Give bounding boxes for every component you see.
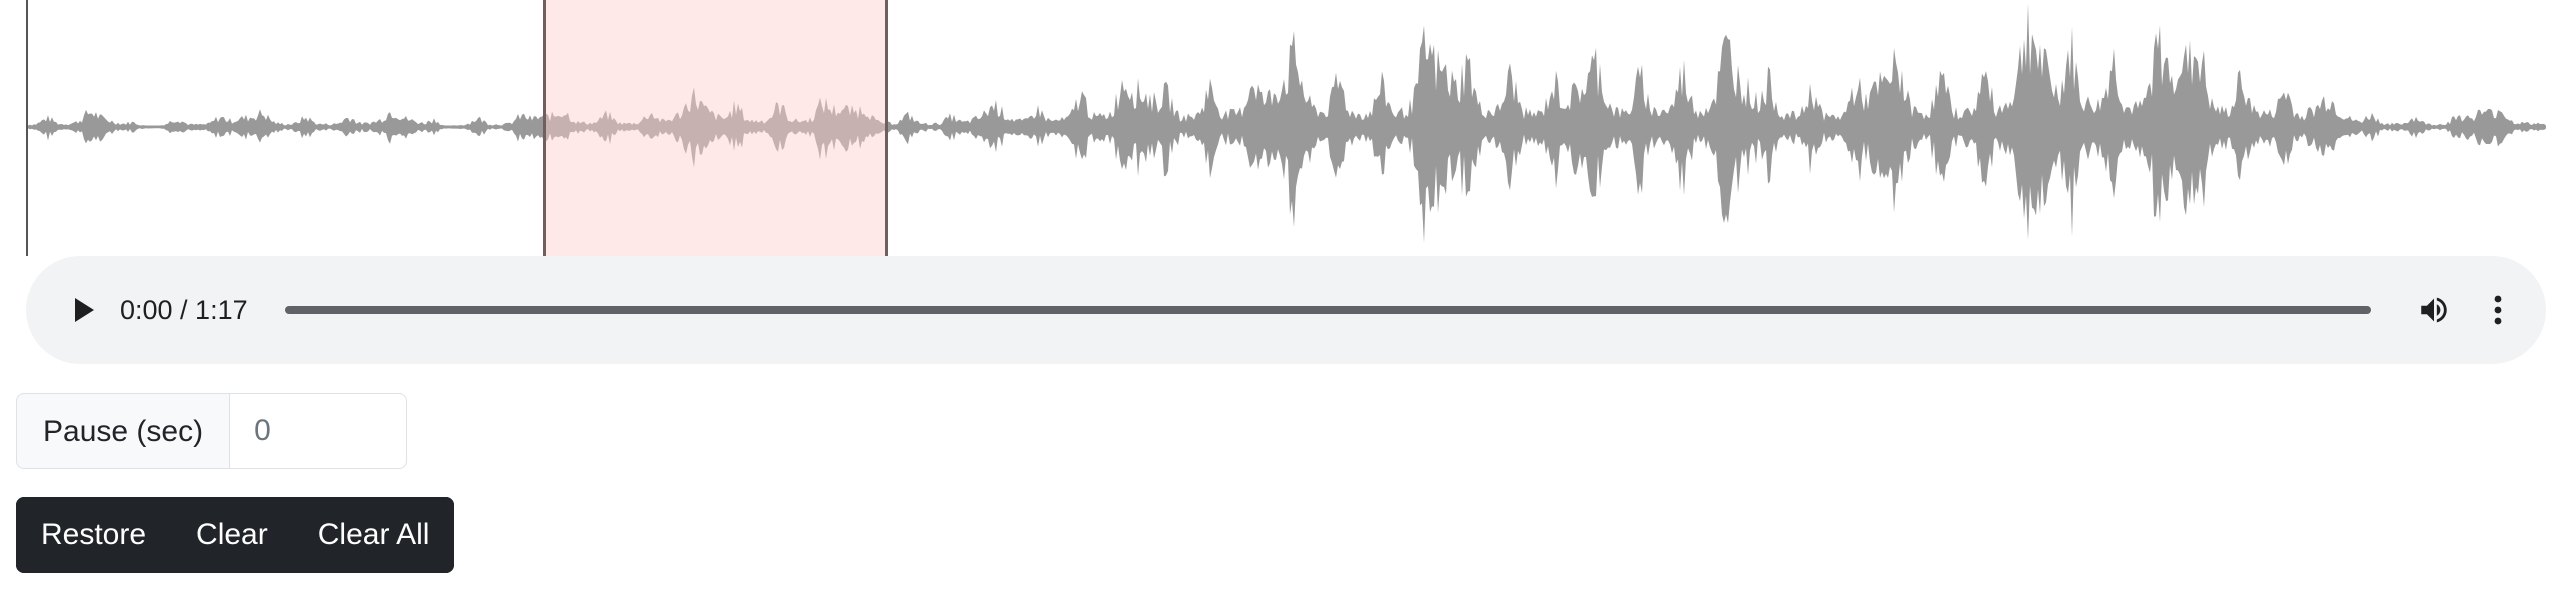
waveform-path <box>26 3 2546 244</box>
pause-seconds-input[interactable] <box>229 393 408 469</box>
time-display: 0:00 / 1:17 <box>120 295 248 325</box>
more-vert-icon <box>2494 295 2502 325</box>
play-icon <box>75 298 94 322</box>
play-button[interactable] <box>66 292 102 328</box>
volume-button[interactable] <box>2414 290 2454 330</box>
clear-all-button[interactable]: Clear All <box>292 497 455 573</box>
pause-input-group: Pause (sec) <box>16 393 408 469</box>
progress-bar[interactable] <box>285 306 2371 314</box>
region-start-handle[interactable] <box>543 0 546 256</box>
clear-button[interactable]: Clear <box>171 497 293 573</box>
action-button-group: Restore Clear Clear All <box>16 497 455 573</box>
more-options-button[interactable] <box>2478 290 2518 330</box>
region-end-handle[interactable] <box>885 0 888 256</box>
playback-cursor[interactable] <box>26 0 28 256</box>
volume-icon <box>2421 297 2447 323</box>
selected-region[interactable] <box>543 0 888 256</box>
audio-player: 0:00 / 1:17 <box>26 256 2546 364</box>
audio-editor: 0:00 / 1:17 Pause (sec) Restore Clear Cl… <box>0 0 2562 602</box>
pause-label: Pause (sec) <box>16 393 230 469</box>
waveform-graphic <box>26 3 2546 244</box>
waveform[interactable] <box>26 0 2546 256</box>
restore-button[interactable]: Restore <box>16 497 172 573</box>
